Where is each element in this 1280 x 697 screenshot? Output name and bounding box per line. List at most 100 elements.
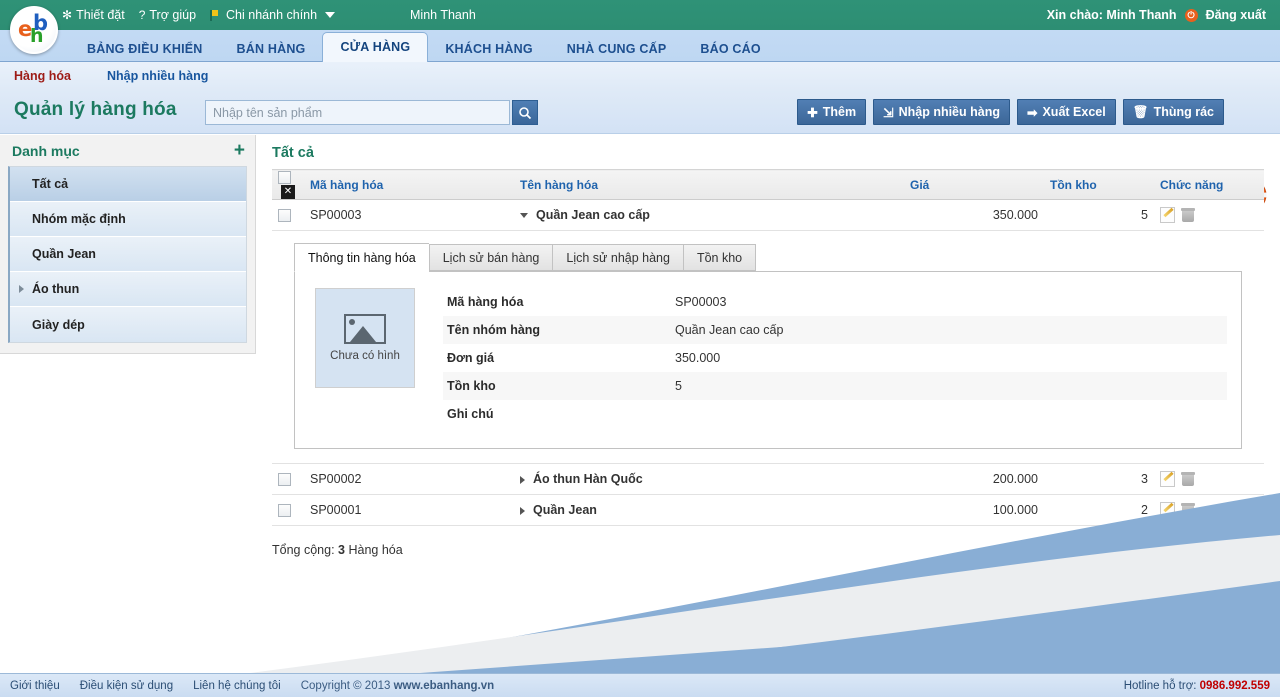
trash-icon: 🗑 <box>1132 104 1149 119</box>
detail-field-row: Mã hàng hóa SP00003 <box>443 288 1227 316</box>
column-header-price[interactable]: Giá <box>904 168 1044 201</box>
footer-link-terms[interactable]: Điều kiện sử dụng <box>80 680 173 692</box>
help-link[interactable]: ? Trợ giúp <box>139 8 196 22</box>
trash-bin-button[interactable]: 🗑 Thùng rác <box>1122 99 1224 125</box>
tab-product-info[interactable]: Thông tin hàng hóa <box>294 243 429 273</box>
delete-icon[interactable] <box>1181 472 1195 487</box>
row-code: SP00001 <box>304 494 514 527</box>
footer-link-contact[interactable]: Liên hệ chúng tôi <box>193 680 281 692</box>
select-all-header: ✕ <box>272 168 304 201</box>
sidebar-item-list: Tất cả Nhóm mặc định Quần Jean Áo thun G… <box>8 166 247 343</box>
detail-field-row: Đơn giá 350.000 <box>443 344 1227 372</box>
topbar-left-links: ✻ Thiết đặt ? Trợ giúp Chi nhánh chính <box>62 0 336 30</box>
products-table: ✕ Mã hàng hóa Tên hàng hóa Giá Tồn kho C… <box>272 168 1264 527</box>
add-product-button[interactable]: ✚ Thêm <box>797 99 867 125</box>
edit-icon[interactable] <box>1160 207 1175 224</box>
row-checkbox[interactable] <box>278 209 291 223</box>
total-count: 3 <box>338 543 345 557</box>
sidebar-item-label: Quần Jean <box>32 247 96 261</box>
asterisk-icon: ✻ <box>62 8 73 22</box>
add-category-icon[interactable]: + <box>234 141 245 160</box>
nav-tab-dashboard[interactable]: BẢNG ĐIỀU KHIỂN <box>70 36 220 62</box>
sidebar-item-ao-thun[interactable]: Áo thun <box>10 272 246 307</box>
field-value: SP00003 <box>675 295 727 310</box>
table-row[interactable]: SP00001 Quần Jean 100.000 2 <box>272 494 1264 527</box>
row-name-cell[interactable]: Áo thun Hàn Quốc <box>514 463 904 496</box>
plus-icon: ✚ <box>807 105 818 120</box>
chevron-right-icon[interactable] <box>520 506 525 515</box>
tab-inventory[interactable]: Tồn kho <box>682 244 757 272</box>
bulk-import-label: Nhập nhiều hàng <box>898 105 1000 119</box>
nav-tab-customers[interactable]: KHÁCH HÀNG <box>428 36 549 62</box>
sidebar-item-default-group[interactable]: Nhóm mặc định <box>10 202 246 237</box>
nav-tab-sales[interactable]: BÁN HÀNG <box>220 36 323 62</box>
chevron-down-icon[interactable] <box>520 213 528 219</box>
column-header-stock[interactable]: Tồn kho <box>1044 168 1154 201</box>
field-value: 5 <box>675 379 682 394</box>
copyright-text: Copyright © 2013 www.ebanhang.vn <box>301 680 494 692</box>
row-price: 350.000 <box>904 199 1044 232</box>
product-image-placeholder[interactable]: Chưa có hình <box>315 288 415 389</box>
import-icon: ⇲ <box>883 105 894 120</box>
total-label: Tổng cộng: <box>272 543 335 557</box>
product-detail-cell: Thông tin hàng hóa Lịch sử bán hàng Lịch… <box>272 230 1264 465</box>
export-excel-button[interactable]: ➡ Xuất Excel <box>1016 99 1116 125</box>
copyright-site: www.ebanhang.vn <box>393 679 495 692</box>
product-detail-row: Thông tin hàng hóa Lịch sử bán hàng Lịch… <box>272 230 1264 465</box>
settings-link[interactable]: ✻ Thiết đặt <box>62 8 125 22</box>
field-value: 350.000 <box>675 351 721 366</box>
field-label: Tồn kho <box>447 379 496 394</box>
branch-selector[interactable]: Chi nhánh chính <box>210 8 336 22</box>
sidebar-item-label: Tất cả <box>32 177 69 191</box>
nav-tab-suppliers[interactable]: NHÀ CUNG CẤP <box>550 36 684 62</box>
copyright-prefix: Copyright © 2013 <box>300 679 391 692</box>
tab-import-history[interactable]: Lịch sử nhập hàng <box>552 244 683 272</box>
clear-selection-button[interactable]: ✕ <box>281 185 295 200</box>
content-heading: Tất cả <box>272 145 314 161</box>
detail-field-row: Ghi chú <box>443 400 1227 428</box>
subnav-item-goods[interactable]: Hàng hóa <box>14 69 71 83</box>
nav-tab-reports[interactable]: BÁO CÁO <box>683 36 777 62</box>
sidebar-item-quan-jean[interactable]: Quần Jean <box>10 237 246 272</box>
delete-icon[interactable] <box>1181 208 1195 223</box>
field-label: Ghi chú <box>447 407 494 422</box>
row-checkbox[interactable] <box>278 473 291 487</box>
subnav-item-bulk-import[interactable]: Nhập nhiều hàng <box>107 69 208 83</box>
category-sidebar: Danh mục + Tất cả Nhóm mặc định Quần Jea… <box>0 135 256 354</box>
sidebar-item-giay-dep[interactable]: Giày dép <box>10 307 246 342</box>
row-checkbox[interactable] <box>278 504 291 518</box>
row-name: Quần Jean <box>533 503 597 518</box>
app-logo[interactable]: e b h <box>10 6 58 54</box>
page-toolbar: Quản lý hàng hóa ✚ Thêm ⇲ Nhập nhiều hàn… <box>0 90 1280 211</box>
export-icon: ➡ <box>1026 105 1038 120</box>
table-row[interactable]: SP00002 Áo thun Hàn Quốc 200.000 3 <box>272 463 1264 496</box>
row-name: Quần Jean cao cấp <box>536 208 650 223</box>
footer-link-about[interactable]: Giới thiệu <box>10 680 60 692</box>
search-button[interactable] <box>512 100 538 125</box>
logout-link[interactable]: Đăng xuất <box>1206 8 1266 22</box>
total-unit: Hàng hóa <box>348 543 403 557</box>
row-actions <box>1154 463 1264 496</box>
table-row[interactable]: SP00003 Quần Jean cao cấp 350.000 5 <box>272 199 1264 232</box>
page-footer: Giới thiệu Điều kiện sử dụng Liên hệ chú… <box>0 673 1280 697</box>
row-name-cell[interactable]: Quần Jean cao cấp <box>514 199 904 232</box>
detail-body: Chưa có hình Mã hàng hóa SP00003 Tên nhó… <box>294 272 1242 450</box>
edit-icon[interactable] <box>1160 502 1175 519</box>
select-all-checkbox[interactable] <box>278 171 291 185</box>
chevron-right-icon[interactable] <box>520 475 525 484</box>
delete-icon[interactable] <box>1181 503 1195 518</box>
bulk-import-button[interactable]: ⇲ Nhập nhiều hàng <box>873 99 1010 125</box>
totals-summary: Tổng cộng: 3 Hàng hóa <box>272 543 403 557</box>
table-header-row: ✕ Mã hàng hóa Tên hàng hóa Giá Tồn kho C… <box>272 168 1264 201</box>
column-header-code[interactable]: Mã hàng hóa <box>304 168 514 201</box>
search-input[interactable] <box>205 100 510 125</box>
row-name: Áo thun Hàn Quốc <box>533 472 643 487</box>
row-name-cell[interactable]: Quần Jean <box>514 494 904 527</box>
settings-label: Thiết đặt <box>76 8 125 22</box>
tab-sales-history[interactable]: Lịch sử bán hàng <box>428 244 553 272</box>
edit-icon[interactable] <box>1160 471 1175 488</box>
sidebar-item-all[interactable]: Tất cả <box>10 167 246 202</box>
row-select-cell <box>272 463 304 496</box>
column-header-name[interactable]: Tên hàng hóa <box>514 168 904 201</box>
nav-tab-store[interactable]: CỬA HÀNG <box>322 32 429 62</box>
